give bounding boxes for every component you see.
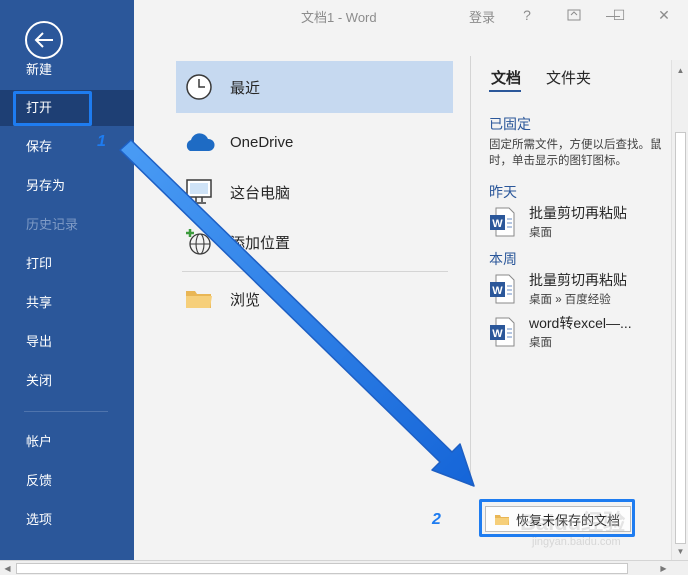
sidebar-divider <box>24 411 108 412</box>
sidebar-item-account[interactable]: 帐户 <box>0 424 134 460</box>
sidebar-item-export[interactable]: 导出 <box>0 324 134 360</box>
help-button[interactable]: ? <box>517 5 537 25</box>
pinned-desc-line: 时，单击显示的图钉图标。 <box>489 155 627 167</box>
recover-highlight-box <box>479 499 635 537</box>
sidebar-item-new[interactable]: 新建 <box>0 52 134 88</box>
sidebar-item-share[interactable]: 共享 <box>0 285 134 321</box>
file-path: 桌面 » 百度经验 <box>529 294 611 306</box>
location-label: 这台电脑 <box>230 184 291 202</box>
open-highlight-box <box>13 91 92 126</box>
sign-in-link[interactable]: 登录 <box>469 7 495 26</box>
sidebar-item-feedback[interactable]: 反馈 <box>0 463 134 499</box>
file-name: 批量剪切再粘贴 <box>529 272 627 288</box>
pinned-heading: 已固定 <box>489 116 531 132</box>
location-onedrive[interactable]: OneDrive <box>176 116 453 168</box>
location-this-pc[interactable]: 这台电脑 <box>176 166 453 218</box>
horizontal-scroll-thumb[interactable] <box>16 563 628 574</box>
word-document-icon: W <box>490 207 515 237</box>
restore-button[interactable]: ☐ <box>609 5 629 25</box>
location-browse[interactable]: 浏览 <box>176 273 453 325</box>
ribbon-display-button[interactable] <box>564 5 584 25</box>
arrow-left-icon <box>34 32 53 48</box>
window-title: 文档1 - Word <box>301 10 377 25</box>
sidebar-item-save-as[interactable]: 另存为 <box>0 168 134 204</box>
location-add-place[interactable]: 添加位置 <box>176 216 453 268</box>
file-path: 桌面 <box>529 337 552 349</box>
sidebar-item-close[interactable]: 关闭 <box>0 363 134 399</box>
sidebar-item-options[interactable]: 选项 <box>0 502 134 538</box>
callout-number-1: 1 <box>97 133 106 150</box>
scroll-up-icon[interactable]: ▲ <box>672 62 688 79</box>
this-week-heading: 本周 <box>489 251 517 267</box>
file-name: 批量剪切再粘贴 <box>529 205 627 221</box>
pinned-desc-line: 固定所需文件，方便以后查找。鼠 <box>489 139 662 151</box>
location-label: 最近 <box>230 79 261 97</box>
vertical-scrollbar[interactable]: ▲ ▼ <box>671 60 688 560</box>
clock-icon <box>180 68 218 106</box>
vertical-scroll-thumb[interactable] <box>675 132 686 544</box>
word-document-icon: W <box>490 274 515 304</box>
location-label: 添加位置 <box>230 234 291 252</box>
computer-icon <box>180 173 218 211</box>
tab-documents[interactable]: 文档 <box>491 67 521 88</box>
globe-add-icon <box>180 223 218 261</box>
location-label: 浏览 <box>230 291 261 309</box>
yesterday-heading: 昨天 <box>489 184 517 200</box>
svg-text:W: W <box>492 218 503 230</box>
tab-active-indicator <box>489 90 521 92</box>
watermark-url: jingyan.baidu.com <box>532 536 621 548</box>
word-document-icon: W <box>490 317 515 347</box>
pane-separator <box>470 56 471 486</box>
folder-icon <box>180 280 218 318</box>
location-divider <box>182 271 448 272</box>
recent-file-item[interactable]: W 批量剪切再粘贴 桌面 <box>489 203 669 243</box>
location-recent[interactable]: 最近 <box>176 61 453 113</box>
tab-folders[interactable]: 文件夹 <box>546 67 591 88</box>
recent-file-item[interactable]: W word转excel—... 桌面 <box>489 313 669 353</box>
ribbon-options-icon <box>567 9 581 21</box>
pinned-description: 固定所需文件，方便以后查找。鼠 时，单击显示的图钉图标。 <box>489 137 675 169</box>
sidebar-item-history: 历史记录 <box>26 217 79 232</box>
cloud-icon <box>180 123 218 161</box>
title-bar: 文档1 - Word 登录 ? — ☐ ✕ <box>134 0 688 30</box>
callout-number-2: 2 <box>432 511 441 528</box>
svg-text:W: W <box>492 328 503 340</box>
svg-text:W: W <box>492 285 503 297</box>
recent-file-item[interactable]: W 批量剪切再粘贴 桌面 » 百度经验 <box>489 270 669 310</box>
sidebar-item-print[interactable]: 打印 <box>0 246 134 282</box>
file-name: word转excel—... <box>529 315 632 331</box>
sidebar-item-save[interactable]: 保存 <box>0 129 134 165</box>
horizontal-scrollbar[interactable]: ◀ ▶ <box>0 560 688 575</box>
scroll-down-icon[interactable]: ▼ <box>672 543 688 560</box>
location-label: OneDrive <box>230 133 294 151</box>
scroll-left-icon[interactable]: ◀ <box>0 561 15 575</box>
close-button[interactable]: ✕ <box>654 5 674 25</box>
file-path: 桌面 <box>529 227 552 239</box>
scroll-right-icon[interactable]: ▶ <box>656 561 671 575</box>
backstage-sidebar: 新建 打开 保存 另存为 历史记录 打印 共享 导出 关闭 帐户 反馈 选项 <box>0 0 134 560</box>
